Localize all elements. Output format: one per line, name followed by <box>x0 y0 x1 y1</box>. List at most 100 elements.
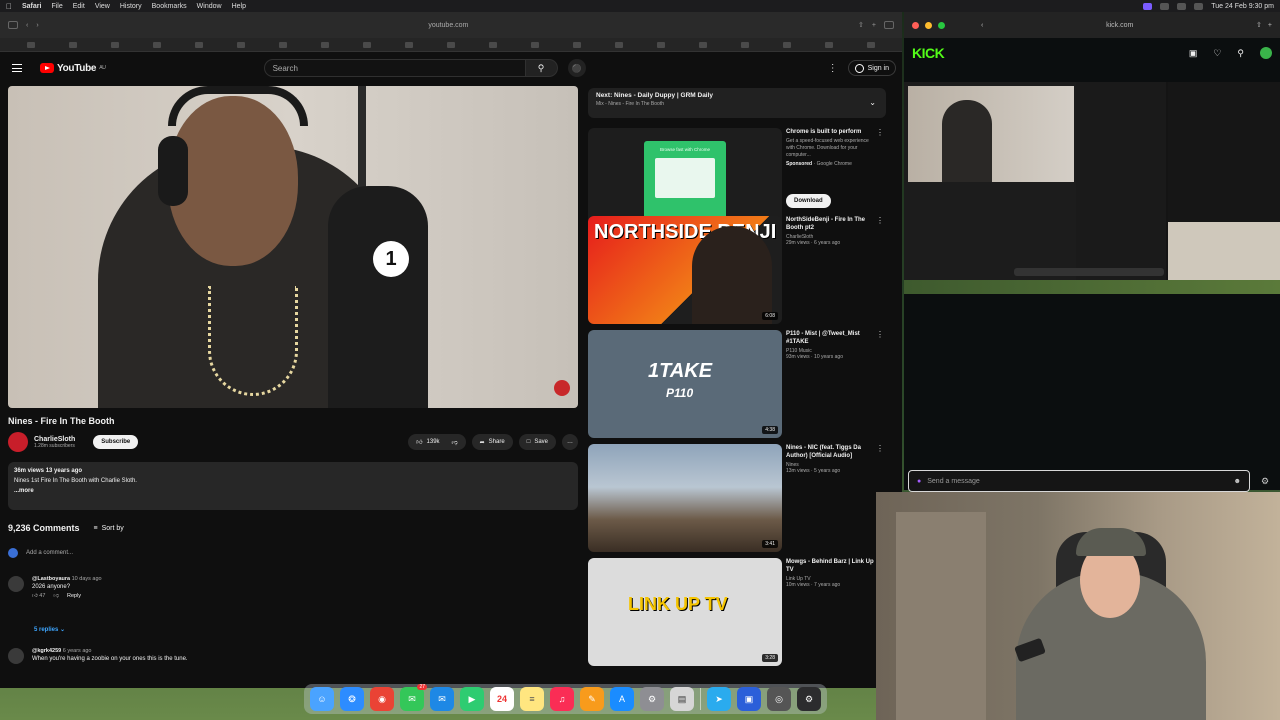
share-icon[interactable]: ⇧ <box>858 21 864 29</box>
close-window-icon[interactable] <box>912 21 919 29</box>
favorite-icon[interactable] <box>783 41 791 48</box>
favorite-icon[interactable] <box>447 41 455 48</box>
menu-history[interactable]: History <box>120 3 142 10</box>
address-bar[interactable]: kick.com <box>1106 22 1133 29</box>
calendar-icon[interactable]: 24 <box>490 687 514 711</box>
subscribe-button[interactable]: Subscribe <box>93 435 139 449</box>
comment-reply-button[interactable]: Reply <box>67 593 81 599</box>
chevron-down-icon[interactable]: ⌄ <box>869 98 876 107</box>
wifi-icon[interactable] <box>1177 2 1187 10</box>
ad-title[interactable]: Chrome is built to perform <box>786 128 876 136</box>
favorite-icon[interactable] <box>405 41 413 48</box>
new-tab-icon[interactable]: + <box>872 22 876 29</box>
recommended-video[interactable]: 3:41 Nines - NIC (feat. Tiggs Da Author)… <box>588 444 886 552</box>
more-vert-icon[interactable]: ⋮ <box>876 330 884 339</box>
video-thumbnail[interactable]: 1TAKE P110 4:38 <box>588 330 782 438</box>
calendar-icon[interactable]: ▣ <box>1189 48 1198 59</box>
menu-edit[interactable]: Edit <box>73 3 85 10</box>
favorite-icon[interactable] <box>531 41 539 48</box>
gear-icon[interactable]: ⚙ <box>1261 476 1269 487</box>
menu-icon[interactable] <box>12 64 22 72</box>
search-icon[interactable]: ⚲ <box>1237 48 1244 59</box>
thumbs-down-icon[interactable]: 👎︎ <box>452 438 458 446</box>
back-icon[interactable]: ‹ <box>26 22 28 29</box>
more-vert-icon[interactable]: ⋮ <box>876 216 884 225</box>
channel-name[interactable]: CharlieSloth <box>34 436 75 443</box>
channel-watermark-icon[interactable] <box>554 380 570 396</box>
favorite-icon[interactable] <box>657 41 665 48</box>
favorite-icon[interactable] <box>615 41 623 48</box>
system-settings-icon[interactable]: ⚙ <box>640 687 664 711</box>
menu-help[interactable]: Help <box>232 3 246 10</box>
favorite-icon[interactable] <box>27 41 35 48</box>
notes-icon[interactable]: ≡ <box>520 687 544 711</box>
facetime-icon[interactable]: ▶ <box>460 687 484 711</box>
favorite-icon[interactable] <box>573 41 581 48</box>
finder-icon[interactable]: ☺ <box>310 687 334 711</box>
up-next-mix-panel[interactable]: Next: Nines - Daily Duppy | GRM Daily Mi… <box>588 88 886 118</box>
messages-icon[interactable]: ✉ 27 <box>400 684 427 711</box>
favorite-icon[interactable] <box>489 41 497 48</box>
description-box[interactable]: 36m views 13 years ago Nines 1st Fire In… <box>8 462 578 510</box>
app-store-icon[interactable]: A <box>610 687 634 711</box>
share-icon[interactable]: ⇧ <box>1256 21 1262 29</box>
kick-stream-video[interactable] <box>904 82 1280 294</box>
video-thumbnail[interactable]: LINK UP TV 3:28 <box>588 558 782 666</box>
recommended-video[interactable]: LINK UP TV 3:28 Mowgs - Behind Barz | Li… <box>588 558 886 666</box>
pages-icon[interactable]: ✎ <box>580 687 604 711</box>
telegram-icon[interactable]: ➤ <box>707 687 731 711</box>
minimize-window-icon[interactable] <box>925 21 932 29</box>
obs-icon[interactable]: ◎ <box>767 687 791 711</box>
like-button[interactable]: 👍︎ 139k 👎︎ <box>408 434 466 450</box>
favorite-icon[interactable] <box>279 41 287 48</box>
new-tab-icon[interactable]: + <box>1268 22 1272 29</box>
emoji-icon[interactable]: ☻ <box>1234 478 1241 485</box>
view-replies-button[interactable]: 5 replies ⌄ <box>34 626 65 633</box>
chrome-icon[interactable]: ◉ <box>370 687 394 711</box>
mail-icon[interactable]: ✉ <box>430 687 454 711</box>
recommended-video[interactable]: 1TAKE P110 4:38 P110 - Mist | @Tweet_Mis… <box>588 330 886 438</box>
video-title[interactable]: Nines - NIC (feat. Tiggs Da Author) [Off… <box>786 444 876 460</box>
comment-like-button[interactable]: 👍︎ 47 <box>32 593 45 599</box>
sort-by-button[interactable]: ≡ Sort by <box>94 525 124 532</box>
youtube-logo[interactable]: YouTube AU <box>40 63 106 74</box>
menu-bookmarks[interactable]: Bookmarks <box>152 3 187 10</box>
menu-window[interactable]: Window <box>197 3 222 10</box>
commenter-avatar[interactable] <box>8 648 24 664</box>
commenter-avatar[interactable] <box>8 576 24 592</box>
apple-icon[interactable]:  <box>6 2 12 11</box>
favorite-icon[interactable] <box>699 41 707 48</box>
menu-app-name[interactable]: Safari <box>22 3 41 10</box>
add-comment-row[interactable]: Add a comment... <box>8 548 73 558</box>
favorite-icon[interactable] <box>825 41 833 48</box>
kick-logo[interactable]: KICK <box>912 45 945 61</box>
zoom-window-icon[interactable] <box>938 21 945 29</box>
safari-icon[interactable]: ❂ <box>340 687 364 711</box>
more-vert-icon[interactable]: ⋮ <box>876 128 884 137</box>
more-vert-icon[interactable]: ⋮ <box>876 444 884 453</box>
more-actions-button[interactable]: … <box>562 434 578 450</box>
back-icon[interactable]: ‹ <box>981 22 983 29</box>
battery-icon[interactable] <box>1194 2 1204 10</box>
chat-emote-icon[interactable]: ● <box>917 478 921 485</box>
avatar[interactable] <box>1260 47 1272 59</box>
address-bar[interactable]: youtube.com <box>428 22 468 29</box>
favorite-icon[interactable] <box>111 41 119 48</box>
recommended-video[interactable]: NORTHSIDE BENJI 6:08 NorthSideBenji - Fi… <box>588 216 886 324</box>
forward-icon[interactable]: › <box>36 22 38 29</box>
video-title[interactable]: Mowgs - Behind Barz | Link Up TV <box>786 558 876 574</box>
add-comment-input[interactable]: Add a comment... <box>26 550 73 556</box>
preview-icon[interactable]: ▤ <box>670 687 694 711</box>
save-button[interactable]: □ Save <box>518 434 556 450</box>
video-title[interactable]: NorthSideBenji - Fire In The Booth pt2 <box>786 216 876 232</box>
tab-overview-icon[interactable] <box>884 21 894 29</box>
menu-view[interactable]: View <box>95 3 110 10</box>
menubar-clock[interactable]: Tue 24 Feb 9:30 pm <box>1211 3 1274 10</box>
favorite-icon[interactable] <box>195 41 203 48</box>
video-thumbnail[interactable]: NORTHSIDE BENJI 6:08 <box>588 216 782 324</box>
search-button[interactable]: ⚲ <box>525 59 558 77</box>
comment-author[interactable]: @Lastboyaura 10 days ago <box>32 576 102 582</box>
ad-download-button[interactable]: Download <box>786 194 831 208</box>
screen-record-icon[interactable] <box>1143 2 1153 10</box>
favorite-icon[interactable] <box>321 41 329 48</box>
